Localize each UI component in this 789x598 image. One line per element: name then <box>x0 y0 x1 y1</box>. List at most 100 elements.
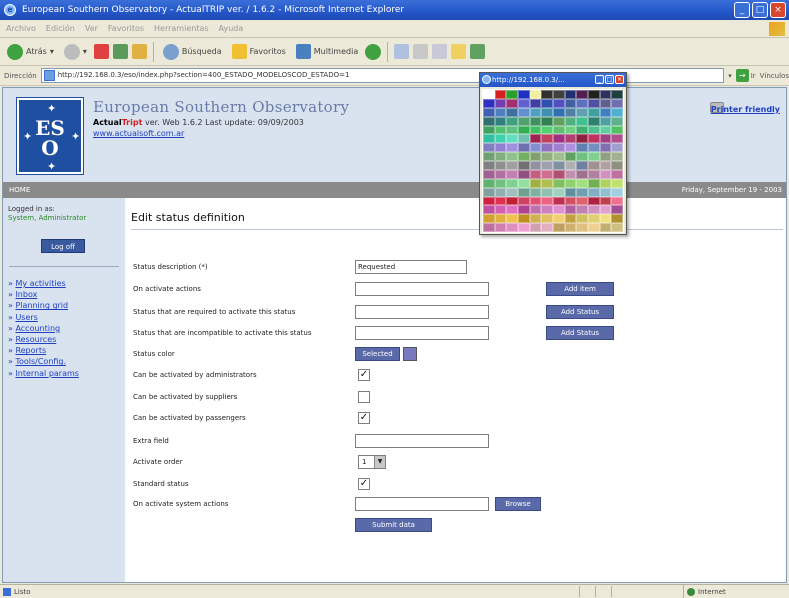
color-swatch-cell[interactable] <box>518 205 530 215</box>
color-swatch-cell[interactable] <box>506 196 518 206</box>
color-swatch-cell[interactable] <box>506 187 518 197</box>
color-swatch-cell[interactable] <box>588 116 600 126</box>
sidebar-item-label[interactable]: Reports <box>15 346 46 355</box>
on-activate-actions-input[interactable] <box>355 282 489 296</box>
color-swatch-cell[interactable] <box>506 125 518 135</box>
color-swatch-cell[interactable] <box>611 98 623 108</box>
color-swatch-cell[interactable] <box>553 116 565 126</box>
color-swatch-cell[interactable] <box>588 169 600 179</box>
color-swatch-cell[interactable] <box>588 223 600 232</box>
color-swatch-cell[interactable] <box>564 205 577 215</box>
by-passengers-checkbox[interactable]: ✓ <box>358 412 370 424</box>
color-swatch-cell[interactable] <box>483 125 495 135</box>
menu-edit[interactable]: Edición <box>46 24 75 33</box>
color-swatch-cell[interactable] <box>611 107 623 117</box>
color-swatch-cell[interactable] <box>576 178 588 188</box>
color-swatch-cell[interactable] <box>541 205 553 215</box>
color-swatch-cell[interactable] <box>518 223 530 232</box>
back-button[interactable]: Atrás ▾ <box>4 41 57 63</box>
color-swatch-cell[interactable] <box>494 116 507 126</box>
system-actions-file-input[interactable] <box>355 497 489 511</box>
sidebar-item-label[interactable]: Resources <box>15 335 56 344</box>
color-swatch-cell[interactable] <box>564 187 577 197</box>
color-swatch-cell[interactable] <box>541 134 553 144</box>
extra-field-input[interactable] <box>355 434 489 448</box>
color-swatch-cell[interactable] <box>529 205 542 215</box>
color-swatch-cell[interactable] <box>494 90 507 99</box>
color-swatch-cell[interactable] <box>611 178 623 188</box>
color-swatch-cell[interactable] <box>564 125 577 135</box>
sidebar-item-label[interactable]: Internal params <box>15 369 79 378</box>
color-swatch-cell[interactable] <box>588 205 600 215</box>
multimedia-button[interactable]: Multimedia <box>293 41 361 63</box>
color-swatch-cell[interactable] <box>541 107 553 117</box>
color-swatch-cell[interactable] <box>553 107 565 117</box>
color-swatch-cell[interactable] <box>611 214 623 224</box>
browse-button[interactable]: Browse <box>495 497 541 511</box>
printer-friendly-link[interactable]: Printer friendly <box>711 105 780 114</box>
color-swatch-cell[interactable] <box>483 178 495 188</box>
color-swatch-cell[interactable] <box>564 161 577 170</box>
history-icon[interactable] <box>365 43 382 60</box>
incompatible-status-input[interactable] <box>355 326 489 340</box>
menu-view[interactable]: Ver <box>85 24 98 33</box>
color-swatch-cell[interactable] <box>483 223 495 232</box>
sidebar-item-internal-params[interactable]: » Internal params <box>8 368 79 379</box>
color-swatch-cell[interactable] <box>541 152 553 161</box>
color-swatch-cell[interactable] <box>541 116 553 126</box>
color-swatch-cell[interactable] <box>553 214 565 224</box>
required-status-input[interactable] <box>355 305 489 319</box>
menu-help[interactable]: Ayuda <box>219 24 244 33</box>
sidebar-item-planning-grid[interactable]: » Planning grid <box>8 300 79 311</box>
color-swatch-cell[interactable] <box>529 214 542 224</box>
color-swatch-cell[interactable] <box>611 161 623 170</box>
color-swatch-cell[interactable] <box>588 161 600 170</box>
color-swatch-cell[interactable] <box>483 205 495 215</box>
color-swatch-cell[interactable] <box>611 116 623 126</box>
print-icon[interactable] <box>413 44 429 59</box>
color-swatch-cell[interactable] <box>599 169 612 179</box>
color-swatch-cell[interactable] <box>541 169 553 179</box>
color-swatch-cell[interactable] <box>599 178 612 188</box>
status-description-input[interactable]: Requested <box>355 260 467 274</box>
color-swatch-cell[interactable] <box>553 205 565 215</box>
search-button[interactable]: Búsqueda <box>160 41 225 63</box>
folder-icon[interactable] <box>451 44 467 59</box>
log-off-button[interactable]: Log off <box>41 239 85 253</box>
color-swatch-cell[interactable] <box>553 196 565 206</box>
color-swatch-cell[interactable] <box>518 152 530 161</box>
color-swatch-cell[interactable] <box>564 178 577 188</box>
maximize-icon[interactable]: □ <box>752 2 768 18</box>
color-swatch-cell[interactable] <box>599 205 612 215</box>
color-swatch-cell[interactable] <box>541 90 553 99</box>
sidebar-item-tools-config[interactable]: » Tools/Config. <box>8 356 79 367</box>
color-swatch-cell[interactable] <box>494 161 507 170</box>
color-swatch-cell[interactable] <box>494 143 507 153</box>
color-swatch-cell[interactable] <box>588 143 600 153</box>
close-icon[interactable]: × <box>615 75 624 84</box>
messenger-icon[interactable] <box>470 44 486 59</box>
color-swatch-cell[interactable] <box>506 169 518 179</box>
color-swatch-cell[interactable] <box>599 196 612 206</box>
color-swatch-cell[interactable] <box>599 107 612 117</box>
color-swatch-cell[interactable] <box>518 143 530 153</box>
color-swatch-cell[interactable] <box>483 161 495 170</box>
color-swatch-cell[interactable] <box>599 125 612 135</box>
color-swatch-cell[interactable] <box>506 98 518 108</box>
color-swatch-cell[interactable] <box>588 134 600 144</box>
color-swatch-cell[interactable] <box>529 178 542 188</box>
color-swatch-cell[interactable] <box>611 125 623 135</box>
color-swatch-cell[interactable] <box>541 223 553 232</box>
color-swatch-cell[interactable] <box>553 152 565 161</box>
color-swatch-cell[interactable] <box>599 90 612 99</box>
color-swatch-cell[interactable] <box>483 196 495 206</box>
color-swatch-cell[interactable] <box>588 107 600 117</box>
edit-icon[interactable] <box>432 44 448 59</box>
color-swatch-cell[interactable] <box>588 214 600 224</box>
color-swatch-cell[interactable] <box>576 143 588 153</box>
color-swatch-cell[interactable] <box>599 134 612 144</box>
color-swatch-cell[interactable] <box>564 134 577 144</box>
color-swatch-cell[interactable] <box>483 187 495 197</box>
color-swatch-cell[interactable] <box>564 143 577 153</box>
minimize-icon[interactable]: _ <box>595 75 604 84</box>
